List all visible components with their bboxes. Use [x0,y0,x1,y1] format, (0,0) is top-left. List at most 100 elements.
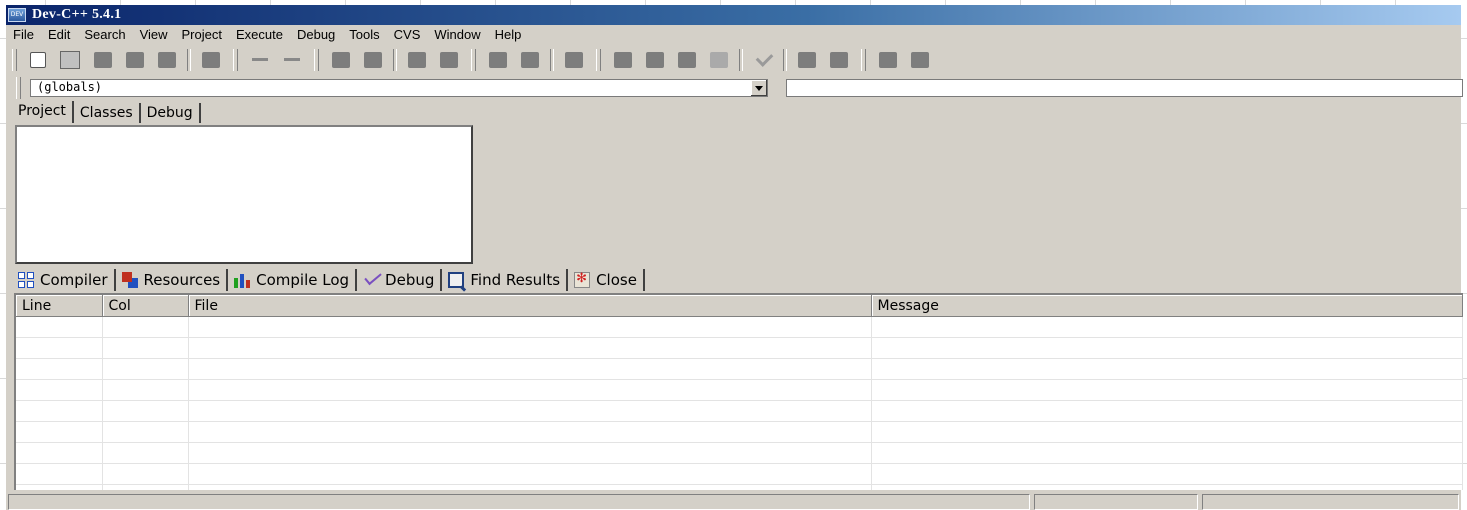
compile-icon[interactable] [489,52,507,68]
compile-run-icon[interactable] [565,52,583,68]
table-row[interactable] [16,442,1463,464]
replace-icon[interactable] [364,52,382,68]
menu-file[interactable]: File [6,27,41,42]
tab-debug[interactable]: Debug [141,103,201,123]
tab-resources-label: Resources [143,271,221,289]
table-header-row: Line Col File Message [16,295,1463,317]
toolbar-separator [550,49,554,71]
tab-compile-log-label: Compile Log [256,271,350,289]
print-icon[interactable] [202,52,220,68]
devcpp-window: DEV Dev-C++ 5.4.1 File Edit Search View … [6,5,1463,510]
toolbar-grip[interactable] [596,49,601,71]
add-file-icon[interactable] [678,52,696,68]
table-row[interactable] [16,400,1463,422]
tab-classes[interactable]: Classes [74,103,141,123]
menu-debug[interactable]: Debug [290,27,342,42]
column-header-message[interactable]: Message [871,295,1463,317]
main-toolbar [6,45,1461,75]
close-icon[interactable] [158,52,176,68]
table-row[interactable] [16,484,1463,490]
title-bar[interactable]: DEV Dev-C++ 5.4.1 [6,5,1461,25]
close-icon [574,271,591,288]
table-row[interactable] [16,463,1463,485]
resources-icon [121,272,138,288]
project-browser-panel[interactable] [15,125,473,264]
status-bar [6,493,1461,510]
toolbar-separator [187,49,191,71]
tab-find-results[interactable]: Find Results [442,269,569,291]
tab-debug-output-label: Debug [385,271,435,289]
debug-icon[interactable] [614,52,632,68]
window-title: Dev-C++ 5.4.1 [32,7,122,22]
toolbar-grip[interactable] [12,49,17,71]
column-header-line[interactable]: Line [16,295,103,317]
menu-search[interactable]: Search [77,27,132,42]
left-panel-tabs: Project Classes Debug [12,101,201,123]
remove-file-icon[interactable] [710,52,728,68]
tab-compiler[interactable]: Compiler [12,269,116,291]
menu-edit[interactable]: Edit [41,27,77,42]
app-icon: DEV [8,8,26,22]
check-syntax-icon[interactable] [754,52,772,68]
function-dropdown[interactable] [786,79,1463,97]
bottom-panel-tabs: Compiler Resources Compile Log Debug Fin… [12,267,645,293]
compiler-results-table: Line Col File Message [14,293,1463,490]
save-all-icon[interactable] [126,52,144,68]
open-file-icon[interactable] [60,51,80,69]
menu-execute[interactable]: Execute [229,27,290,42]
toolbar-grip[interactable] [16,77,21,99]
class-browser-bar: (globals) [6,77,1463,99]
insert-icon[interactable] [798,52,816,68]
new-project-icon[interactable] [646,52,664,68]
run-icon[interactable] [521,52,539,68]
table-row[interactable] [16,358,1463,380]
status-panel-info [1202,494,1459,510]
tab-find-results-label: Find Results [470,271,561,289]
menu-project[interactable]: Project [175,27,229,42]
menu-bar: File Edit Search View Project Execute De… [6,25,1461,44]
table-row[interactable] [16,316,1463,338]
status-panel-main [8,494,1030,510]
toolbar-separator [393,49,397,71]
tab-compile-log[interactable]: Compile Log [228,269,358,291]
scope-dropdown[interactable]: (globals) [30,79,768,97]
menu-window[interactable]: Window [427,27,487,42]
menu-view[interactable]: View [133,27,175,42]
table-row[interactable] [16,379,1463,401]
menu-cvs[interactable]: CVS [387,27,428,42]
table-row[interactable] [16,337,1463,359]
save-icon[interactable] [94,52,112,68]
column-header-file[interactable]: File [188,295,872,317]
bar-chart-icon [234,272,251,288]
toolbar-grip[interactable] [861,49,866,71]
exit-icon[interactable] [911,52,929,68]
find-icon[interactable] [332,52,350,68]
toolbar-grip[interactable] [314,49,319,71]
tab-close[interactable]: Close [568,269,645,291]
tab-debug-output[interactable]: Debug [357,269,443,291]
toggle-icon[interactable] [830,52,848,68]
table-row[interactable] [16,421,1463,443]
redo-icon[interactable] [283,52,301,68]
tab-project[interactable]: Project [12,101,74,123]
toolbar-grip[interactable] [471,49,476,71]
tab-close-label: Close [596,271,637,289]
undo-icon[interactable] [251,52,269,68]
goto-line-icon[interactable] [440,52,458,68]
toolbar-separator [739,49,743,71]
scope-value: (globals) [37,80,103,94]
status-panel-position [1034,494,1198,510]
goto-icon[interactable] [408,52,426,68]
goto-bookmark-icon[interactable] [879,52,897,68]
menu-tools[interactable]: Tools [342,27,386,42]
column-header-col[interactable]: Col [102,295,189,317]
tab-compiler-label: Compiler [40,271,108,289]
checkmark-icon [363,272,379,288]
chevron-down-icon[interactable] [750,80,767,96]
toolbar-grip[interactable] [233,49,238,71]
new-file-icon[interactable] [30,52,46,68]
tab-resources[interactable]: Resources [116,269,229,291]
menu-help[interactable]: Help [488,27,529,42]
compiler-icon [18,272,34,288]
toolbar-separator [783,49,787,71]
